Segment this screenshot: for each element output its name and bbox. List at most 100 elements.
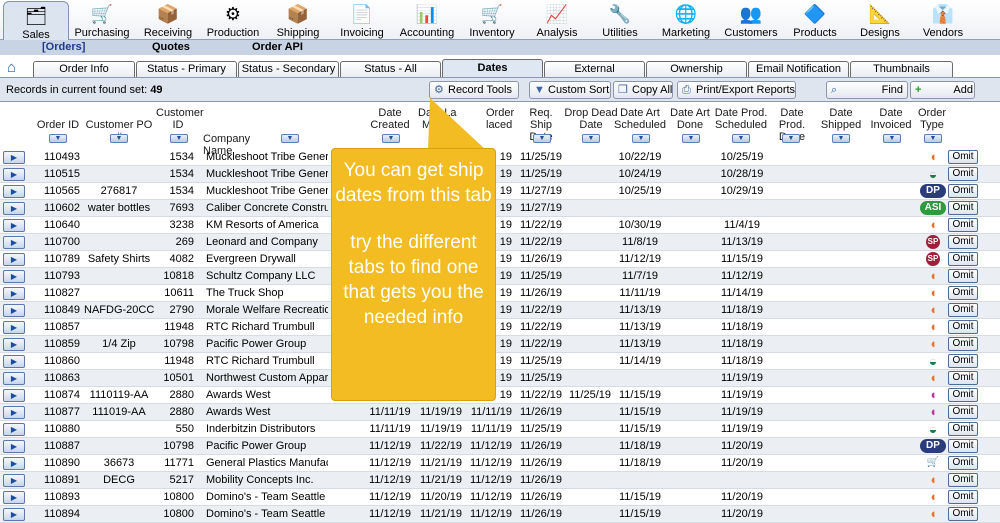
omit-button[interactable]: Omit — [948, 371, 978, 385]
omit-button[interactable]: Omit — [948, 184, 978, 198]
table-row[interactable]: ▶ 110887 10798 Pacific Power Group 11/12/19 1… — [0, 438, 1000, 455]
module-utilities[interactable]: 🔧 Utilities — [592, 0, 648, 40]
table-row[interactable]: ▶ 110565 276817 1534 Muckleshoot Tribe Gener… — [0, 183, 1000, 200]
open-record-button[interactable]: ▶ — [3, 440, 25, 453]
omit-button[interactable]: Omit — [948, 303, 978, 317]
open-record-button[interactable]: ▶ — [3, 304, 25, 317]
custom-sort-button[interactable]: ▼ Custom Sort — [529, 81, 611, 99]
table-row[interactable]: ▶ 110602 water bottles 7693 Caliber Concrete… — [0, 200, 1000, 217]
sort-prod-done-button[interactable]: ▼ — [782, 134, 800, 143]
table-row[interactable]: ▶ 110893 10800 Domino's - Team Seattle 11/12… — [0, 489, 1000, 506]
omit-button[interactable]: Omit — [948, 354, 978, 368]
record-tools-button[interactable]: ⚙ Record Tools — [429, 81, 519, 99]
sort-customer-po-button[interactable]: ▼ — [110, 134, 128, 143]
submenu-order-api[interactable]: Order API — [252, 41, 303, 53]
table-row[interactable]: ▶ 110793 10818 Schultz Company LLC 19 11/25/1… — [0, 268, 1000, 285]
tab-ownership[interactable]: Ownership — [646, 61, 747, 77]
module-shipping[interactable]: 📦 Shipping — [268, 0, 328, 40]
open-record-button[interactable]: ▶ — [3, 270, 25, 283]
sort-req-ship-button[interactable]: ▼ — [533, 134, 551, 143]
copy-all-button[interactable]: ❐ Copy All — [613, 81, 673, 99]
sort-order-id-button[interactable]: ▼ — [49, 134, 67, 143]
find-button[interactable]: ⌕ Find — [826, 81, 908, 99]
module-invoicing[interactable]: 📄 Invoicing — [333, 0, 391, 40]
sort-drop-dead-button[interactable]: ▼ — [582, 134, 600, 143]
tab-status-secondary[interactable]: Status - Secondary — [238, 61, 339, 77]
module-inventory[interactable]: 🛒 Inventory — [463, 0, 521, 40]
omit-button[interactable]: Omit — [948, 439, 978, 453]
table-row[interactable]: ▶ 110640 3238 KM Resorts of America 19 11/22/… — [0, 217, 1000, 234]
omit-button[interactable]: Omit — [948, 167, 978, 181]
module-customers[interactable]: 👥 Customers — [721, 0, 781, 40]
open-record-button[interactable]: ▶ — [3, 253, 25, 266]
omit-button[interactable]: Omit — [948, 320, 978, 334]
module-purchasing[interactable]: 🛒 Purchasing — [69, 0, 135, 40]
module-analysis[interactable]: 📈 Analysis — [528, 0, 586, 40]
open-record-button[interactable]: ▶ — [3, 389, 25, 402]
table-row[interactable]: ▶ 110880 550 Inderbitzin Distributors 11/11/… — [0, 421, 1000, 438]
table-row[interactable]: ▶1104931534Muckleshoot Tribe General S19… — [0, 149, 1000, 166]
omit-button[interactable]: Omit — [948, 252, 978, 266]
table-row[interactable]: ▶ 110789 Safety Shirts 4082 Evergreen Drywal… — [0, 251, 1000, 268]
sort-company-name-button[interactable]: ▼ — [281, 134, 299, 143]
tab-thumbnails[interactable]: Thumbnails — [850, 61, 953, 77]
open-record-button[interactable]: ▶ — [3, 202, 25, 215]
open-record-button[interactable]: ▶ — [3, 423, 25, 436]
table-row[interactable]: ▶ 110877 111019-AA 2880 Awards West 11/11/19 1… — [0, 404, 1000, 421]
table-row[interactable]: ▶ 110894 10800 Domino's - Team Seattle 11/12… — [0, 506, 1000, 523]
tab-order-info[interactable]: Order Info — [33, 61, 135, 77]
submenu-orders[interactable]: [Orders] — [42, 41, 85, 53]
sort-art-done-button[interactable]: ▼ — [682, 134, 700, 143]
table-row[interactable]: ▶ 110890 36673 11771 General Plastics Manufa… — [0, 455, 1000, 472]
tab-status-all[interactable]: Status - All — [340, 61, 441, 77]
open-record-button[interactable]: ▶ — [3, 236, 25, 249]
omit-button[interactable]: Omit — [948, 235, 978, 249]
module-designs[interactable]: 📐 Designs — [852, 0, 908, 40]
tab-email-notification[interactable]: Email Notification — [748, 61, 849, 77]
sort-art-scheduled-button[interactable]: ▼ — [632, 134, 650, 143]
module-accounting[interactable]: 📊 Accounting — [397, 0, 457, 40]
open-record-button[interactable]: ▶ — [3, 287, 25, 300]
table-row[interactable]: ▶ 110859 1/4 Zip 10798 Pacific Power Group 19… — [0, 336, 1000, 353]
table-row[interactable]: ▶ 110860 11948 RTC Richard Trumbull 19 11/25/… — [0, 353, 1000, 370]
table-row[interactable]: ▶ 110700 269 Leonard and Company 19 11/22/19 1… — [0, 234, 1000, 251]
module-sales[interactable]: 🗂 Sales — [3, 1, 69, 41]
sort-prod-scheduled-button[interactable]: ▼ — [732, 134, 750, 143]
open-record-button[interactable]: ▶ — [3, 508, 25, 521]
omit-button[interactable]: Omit — [948, 218, 978, 232]
print-export-button[interactable]: ⎙ Print/Export Reports — [677, 81, 796, 99]
omit-button[interactable]: Omit — [948, 473, 978, 487]
table-row[interactable]: ▶1105151534Muckleshoot Tribe General S19… — [0, 166, 1000, 183]
omit-button[interactable]: Omit — [948, 388, 978, 402]
omit-button[interactable]: Omit — [948, 422, 978, 436]
omit-button[interactable]: Omit — [948, 507, 978, 521]
omit-button[interactable]: Omit — [948, 201, 978, 215]
module-marketing[interactable]: 🌐 Marketing — [656, 0, 716, 40]
sort-customer-id-button[interactable]: ▼ — [170, 134, 188, 143]
tab-status-primary[interactable]: Status - Primary — [136, 61, 237, 77]
open-record-button[interactable]: ▶ — [3, 219, 25, 232]
open-record-button[interactable]: ▶ — [3, 355, 25, 368]
sort-invoiced-button[interactable]: ▼ — [883, 134, 901, 143]
open-record-button[interactable]: ▶ — [3, 168, 25, 181]
open-record-button[interactable]: ▶ — [3, 457, 25, 470]
table-row[interactable]: ▶ 110849 NAFDG-20CC 2790 Morale Welfare Recr… — [0, 302, 1000, 319]
omit-button[interactable]: Omit — [948, 490, 978, 504]
tab-dates[interactable]: Dates — [442, 59, 543, 77]
module-products[interactable]: 🔷 Products — [786, 0, 844, 40]
omit-button[interactable]: Omit — [948, 286, 978, 300]
table-row[interactable]: ▶ 110874 1110119-AA 2880 Awards West 19 11/22/… — [0, 387, 1000, 404]
sort-date-created-button[interactable]: ▼ — [382, 134, 400, 143]
open-record-button[interactable]: ▶ — [3, 491, 25, 504]
omit-button[interactable]: Omit — [948, 405, 978, 419]
omit-button[interactable]: Omit — [948, 337, 978, 351]
table-row[interactable]: ▶ 110863 10501 Northwest Custom Apparel 19 11… — [0, 370, 1000, 387]
submenu-quotes[interactable]: Quotes — [152, 41, 190, 53]
open-record-button[interactable]: ▶ — [3, 151, 25, 164]
omit-button[interactable]: Omit — [948, 150, 978, 164]
module-receiving[interactable]: 📦 Receiving — [137, 0, 199, 40]
omit-button[interactable]: Omit — [948, 269, 978, 283]
omit-button[interactable]: Omit — [948, 456, 978, 470]
sort-order-type-button[interactable]: ▼ — [924, 134, 942, 143]
open-record-button[interactable]: ▶ — [3, 474, 25, 487]
